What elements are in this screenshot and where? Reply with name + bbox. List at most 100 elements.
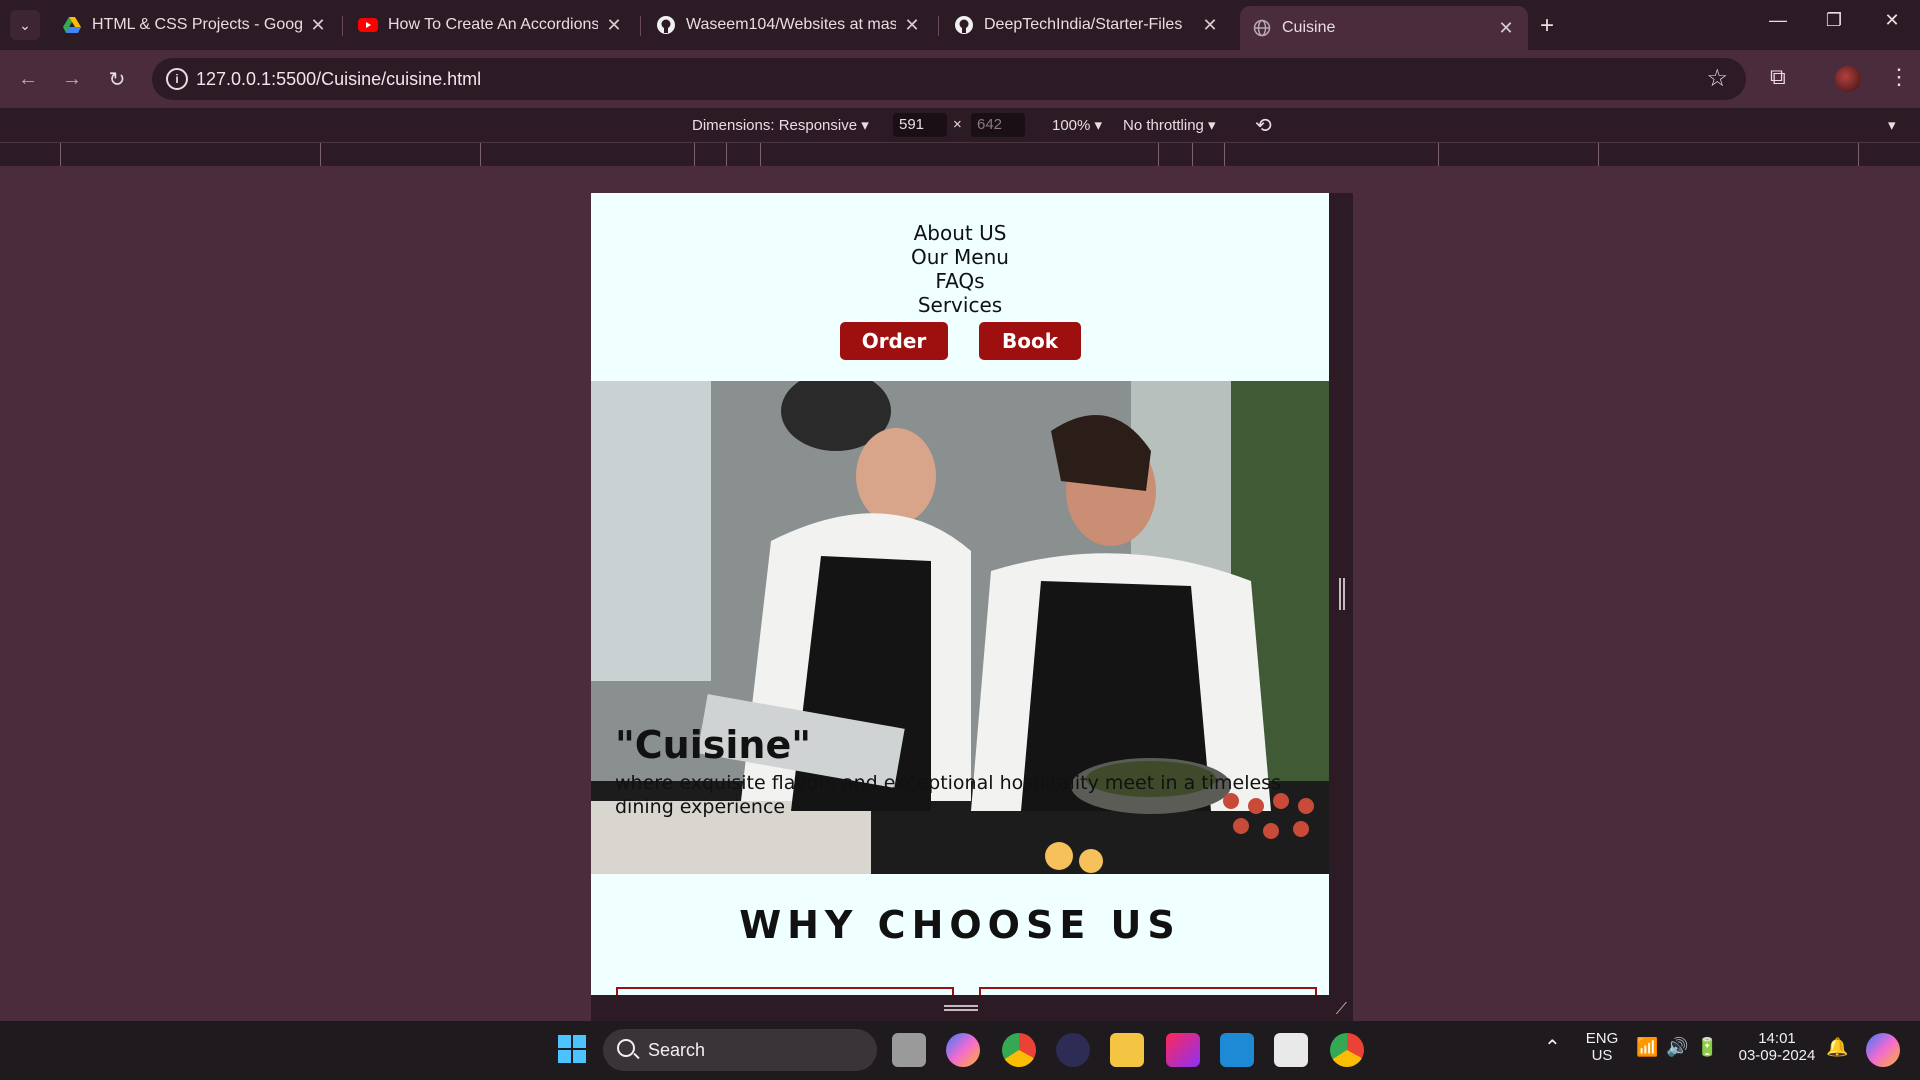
tab-github-starter[interactable]: DeepTechIndia/Starter-Files ✕ (942, 8, 1232, 42)
media-query-ruler (0, 142, 1920, 167)
address-bar[interactable]: i 127.0.0.1:5500/Cuisine/cuisine.html ☆ (152, 58, 1746, 100)
tab-separator (938, 16, 939, 36)
taskbar-search[interactable]: Search (603, 1029, 877, 1071)
copilot-pre-icon[interactable] (1866, 1033, 1900, 1067)
language-indicator[interactable]: ENG US (1582, 1030, 1622, 1064)
ruler-tick[interactable] (694, 143, 695, 167)
date-label: 03-09-2024 (1738, 1047, 1816, 1064)
device-toolbar-menu-icon[interactable]: ▾ (1888, 116, 1896, 134)
ruler-tick[interactable] (320, 143, 321, 167)
hero-subtitle: where exquisite flavors and exceptional … (615, 772, 1281, 818)
tab-title: Cuisine (1282, 19, 1336, 36)
tab-search-button[interactable]: ⌄ (10, 10, 40, 40)
ruler-tick[interactable] (1158, 143, 1159, 167)
site-info-icon[interactable]: i (166, 68, 188, 90)
book-button[interactable]: Book (979, 322, 1081, 360)
ruler-tick[interactable] (1224, 143, 1225, 167)
close-icon[interactable]: ✕ (308, 15, 328, 36)
task-view-icon[interactable] (892, 1033, 926, 1067)
battery-icon[interactable]: 🔋 (1696, 1037, 1718, 1058)
tab-separator (640, 16, 641, 36)
hero-title: "Cuisine" (615, 723, 812, 767)
restore-icon[interactable]: ❐ (1814, 10, 1854, 31)
url-text: 127.0.0.1:5500/Cuisine/cuisine.html (196, 69, 482, 89)
zoom-dropdown[interactable]: 100% ▾ (1052, 116, 1102, 134)
eclipse-icon[interactable] (1056, 1033, 1090, 1067)
close-icon[interactable]: ✕ (1200, 15, 1220, 36)
windows-taskbar: Search ⌃ ENG US 📶 🔊 🔋 14:01 03-09-2024 🔔 (0, 1021, 1920, 1080)
tab-title: How To Create An Accordions In (388, 16, 598, 33)
volume-icon[interactable]: 🔊 (1666, 1037, 1688, 1058)
bookmark-star-icon[interactable]: ☆ (1706, 64, 1728, 93)
throttling-dropdown[interactable]: No throttling ▾ (1123, 116, 1216, 134)
ruler-tick[interactable] (60, 143, 61, 167)
back-arrow-icon[interactable]: ← (13, 64, 43, 94)
snipping-tool-icon[interactable] (1274, 1033, 1308, 1067)
site-nav: About US Our Menu FAQs Services (591, 221, 1329, 317)
nav-menu[interactable]: Our Menu (591, 245, 1329, 269)
close-icon[interactable]: ✕ (604, 15, 624, 36)
rotate-icon[interactable]: ⟲ (1255, 113, 1272, 138)
intellij-icon[interactable] (1166, 1033, 1200, 1067)
tab-cuisine[interactable]: Cuisine ✕ (1240, 6, 1528, 50)
close-icon[interactable]: ✕ (902, 15, 922, 36)
viewport-resize-handle-right[interactable] (1329, 193, 1353, 995)
show-hidden-icons[interactable]: ⌃ (1544, 1035, 1561, 1060)
chrome-profile-icon[interactable] (1330, 1033, 1364, 1067)
forward-arrow-icon[interactable]: → (57, 64, 87, 94)
browser-toolbar: ← → ↻ i 127.0.0.1:5500/Cuisine/cuisine.h… (0, 50, 1920, 108)
height-input[interactable]: 642 (971, 113, 1025, 137)
region-label: US (1591, 1047, 1613, 1064)
width-input[interactable]: 591 (893, 113, 947, 137)
ruler-tick[interactable] (1192, 143, 1193, 167)
ruler-tick[interactable] (726, 143, 727, 167)
resize-grip-icon (944, 1005, 978, 1011)
dimensions-dropdown[interactable]: Dimensions: Responsive ▾ (692, 116, 869, 134)
close-icon[interactable]: ✕ (1496, 18, 1516, 39)
new-tab-button[interactable]: + (1540, 12, 1554, 40)
google-drive-icon (62, 15, 82, 35)
minimize-icon[interactable]: — (1758, 10, 1798, 31)
vscode-icon[interactable] (1220, 1033, 1254, 1067)
hero-image: "Cuisine" where exquisite flavors and ex… (591, 381, 1329, 874)
taskbar-search-label: Search (648, 1040, 706, 1060)
tab-google-drive[interactable]: HTML & CSS Projects - Google ✕ (50, 8, 340, 42)
ruler-tick[interactable] (480, 143, 481, 167)
wifi-icon[interactable]: 📶 (1636, 1037, 1658, 1058)
extensions-icon[interactable]: ⧉ (1770, 64, 1786, 90)
ruler-tick[interactable] (1438, 143, 1439, 167)
ruler-tick[interactable] (1598, 143, 1599, 167)
time-label: 14:01 (1758, 1030, 1796, 1047)
nav-about[interactable]: About US (591, 221, 1329, 245)
search-icon (617, 1039, 635, 1057)
more-menu-icon[interactable]: ⋮ (1888, 64, 1910, 90)
ruler-tick[interactable] (1858, 143, 1859, 167)
tab-youtube[interactable]: How To Create An Accordions In ✕ (346, 8, 636, 42)
profile-avatar[interactable] (1835, 66, 1861, 92)
tab-github-websites[interactable]: Waseem104/Websites at master ✕ (644, 8, 934, 42)
github-icon (954, 15, 974, 35)
reload-icon[interactable]: ↻ (102, 64, 132, 94)
resize-grip-icon (1339, 578, 1345, 610)
ruler-tick[interactable] (760, 143, 761, 167)
nav-services[interactable]: Services (591, 293, 1329, 317)
tab-separator (342, 16, 343, 36)
chrome-icon[interactable] (1002, 1033, 1036, 1067)
nav-faqs[interactable]: FAQs (591, 269, 1329, 293)
copilot-icon[interactable] (946, 1033, 980, 1067)
throttling-label: No throttling (1123, 117, 1204, 134)
notification-bell-icon[interactable]: 🔔 (1826, 1037, 1848, 1058)
windows-start-icon[interactable] (556, 1033, 590, 1067)
tab-title: DeepTechIndia/Starter-Files (984, 16, 1183, 33)
order-button[interactable]: Order (840, 322, 948, 360)
feature-card (979, 987, 1317, 995)
feature-card (616, 987, 954, 995)
zoom-label: 100% (1052, 117, 1091, 134)
youtube-icon (358, 15, 378, 35)
viewport-resize-handle-bottom[interactable]: ⟋ (591, 995, 1353, 1021)
globe-icon (1252, 18, 1272, 38)
close-window-icon[interactable]: ✕ (1872, 10, 1912, 31)
resize-corner-icon[interactable]: ⟋ (1336, 1001, 1347, 1019)
file-explorer-icon[interactable] (1110, 1033, 1144, 1067)
clock[interactable]: 14:01 03-09-2024 (1732, 1030, 1822, 1064)
